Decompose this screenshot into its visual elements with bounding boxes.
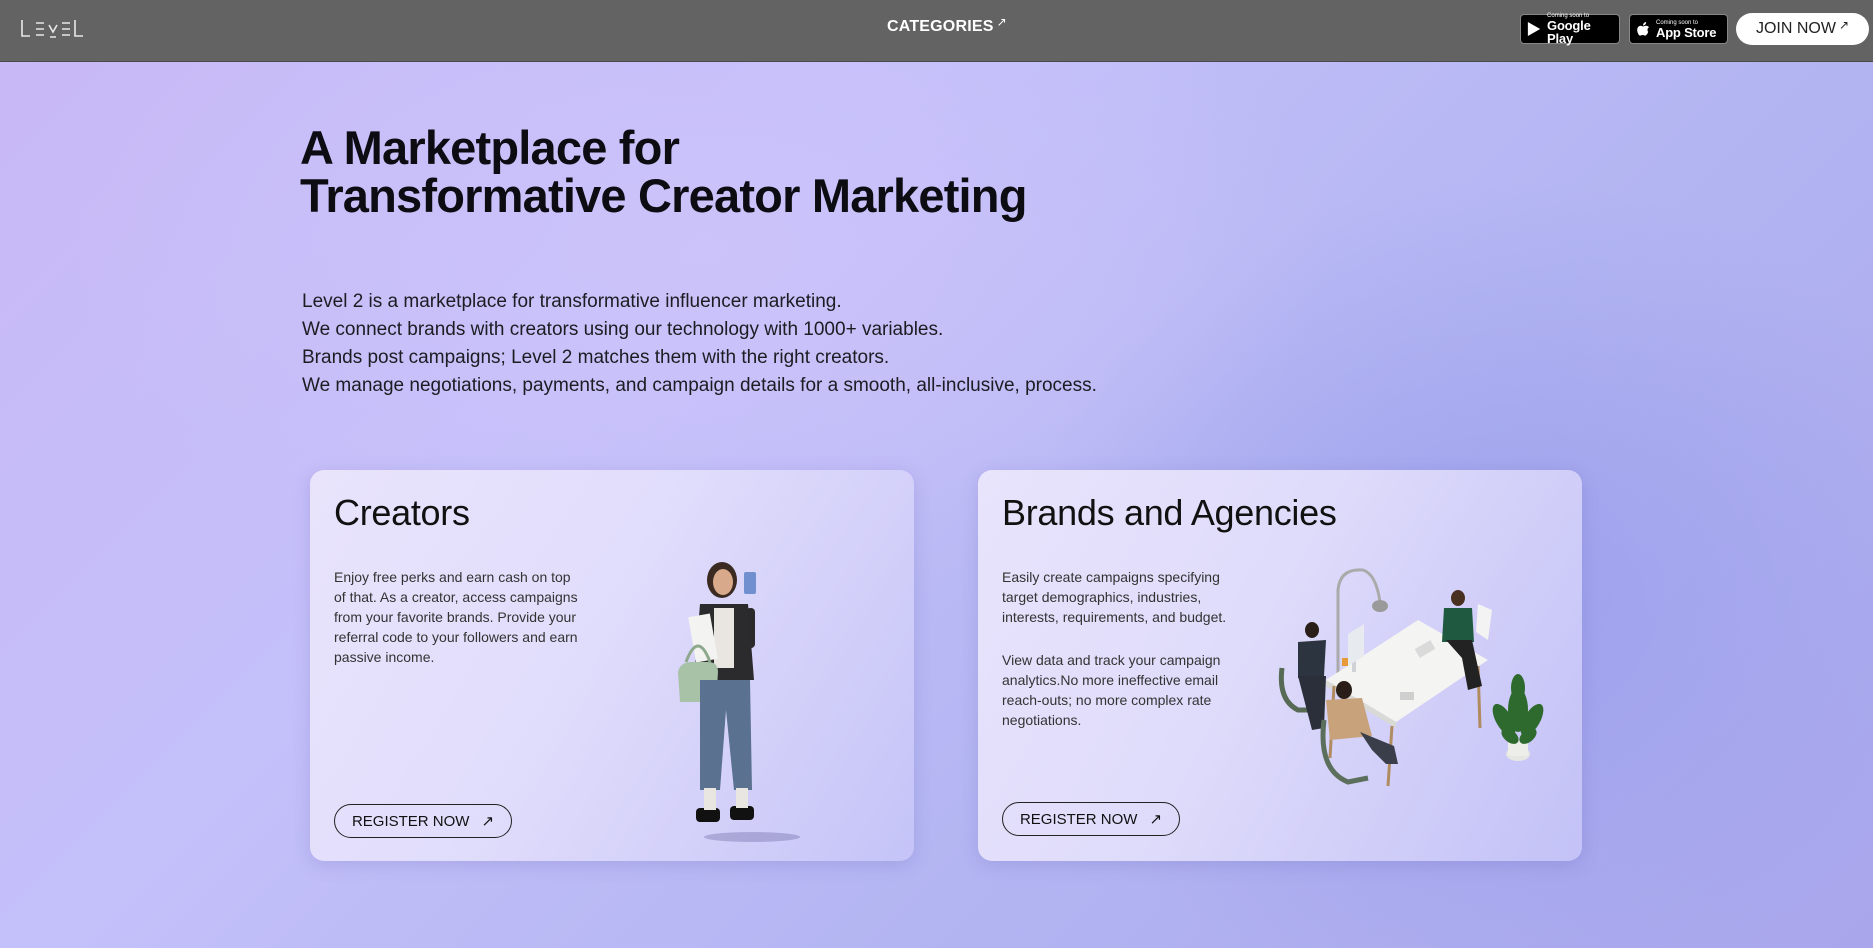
brands-register-label: REGISTER NOW <box>1019 810 1138 828</box>
creators-card-title: Creators <box>334 492 470 533</box>
google-play-icon <box>1527 21 1541 37</box>
north-east-arrow-icon: ↗ <box>1838 18 1850 32</box>
hero-title-line-1: A Marketplace for <box>300 121 680 174</box>
hero-desc-line-3: Brands post campaigns; Level 2 matches t… <box>302 347 890 368</box>
google-badge-big-text: Google Play <box>1547 18 1591 46</box>
creator-woman-illustration <box>678 562 800 842</box>
hero-desc-line-1: Level 2 is a marketplace for transformat… <box>302 291 842 312</box>
hero-desc-line-2: We connect brands with creators using ou… <box>302 319 944 340</box>
join-now-label: JOIN NOW <box>1755 20 1836 37</box>
north-east-arrow-icon: ↗ <box>996 15 1007 29</box>
brands-card-description-2: View data and track your campaign analyt… <box>1002 652 1221 728</box>
hero-description: Level 2 is a marketplace for transformat… <box>302 288 1202 400</box>
apple-icon <box>1637 21 1649 36</box>
level-logo-icon <box>21 20 83 38</box>
categories-link[interactable]: CATEGORIES ↗ <box>887 15 1007 36</box>
north-east-arrow-icon: ↗ <box>1149 811 1163 828</box>
north-east-arrow-icon: ↗ <box>481 813 495 830</box>
google-play-badge[interactable]: Coming soon to Google Play <box>1520 13 1620 46</box>
creators-register-label: REGISTER NOW <box>351 812 470 830</box>
categories-label: CATEGORIES <box>887 18 994 35</box>
hero-desc-line-4: We manage negotiations, payments, and ca… <box>302 375 1097 396</box>
level-logo[interactable] <box>20 16 84 42</box>
top-navigation-bar: CATEGORIES ↗ Coming soon to Google Play … <box>0 0 1873 62</box>
brands-card-title: Brands and Agencies <box>1002 492 1337 533</box>
creators-register-button[interactable]: REGISTER NOW ↗ <box>334 804 512 838</box>
apple-badge-big-text: App Store <box>1656 24 1717 40</box>
app-store-badge[interactable]: Coming soon to App Store <box>1629 14 1728 44</box>
brands-agencies-card: Brands and Agencies Easily create campai… <box>978 470 1582 861</box>
hero-title: A Marketplace for Transformative Creator… <box>300 124 1100 220</box>
join-now-button[interactable]: JOIN NOW ↗ <box>1736 13 1869 45</box>
office-meeting-illustration <box>1278 568 1544 787</box>
creators-card-description: Enjoy free perks and earn cash on top of… <box>334 569 578 665</box>
brands-register-button[interactable]: REGISTER NOW ↗ <box>1002 802 1180 836</box>
hero-title-line-2: Transformative Creator Marketing <box>300 169 1027 222</box>
creators-card: Creators Enjoy free perks and earn cash … <box>310 470 914 861</box>
brands-card-description-1: Easily create campaigns specifying targe… <box>1002 569 1227 625</box>
